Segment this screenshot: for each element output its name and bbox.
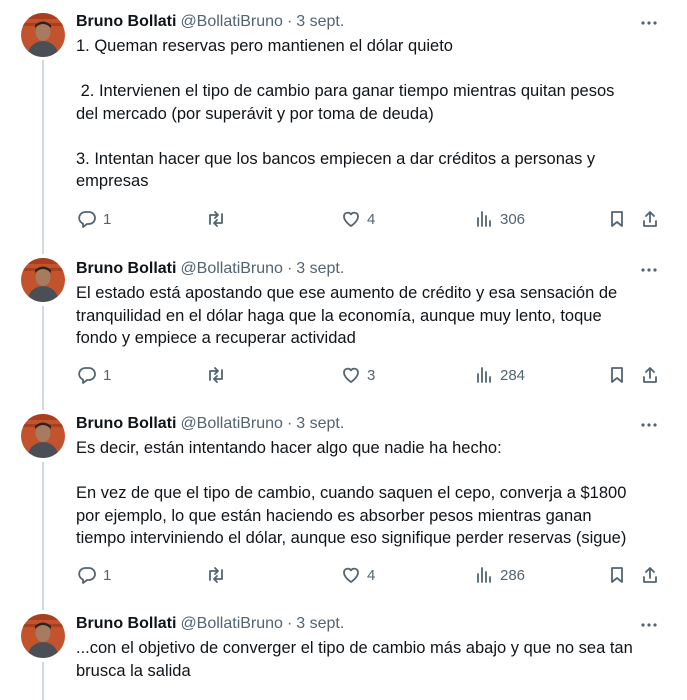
tweet-date[interactable]: 3 sept.	[296, 260, 344, 278]
more-horizontal-icon[interactable]	[639, 415, 659, 435]
dot-separator: ·	[287, 615, 292, 633]
author-name[interactable]: Bruno Bollati	[76, 415, 176, 433]
bookmark-icon	[607, 565, 627, 585]
author-handle[interactable]: @BollatiBruno	[180, 13, 283, 31]
retweet-icon	[206, 209, 226, 229]
dot-separator: ·	[287, 13, 292, 31]
thread-line	[42, 662, 44, 700]
views-icon	[474, 209, 494, 229]
share-icon	[640, 365, 660, 385]
avatar[interactable]	[21, 614, 65, 658]
retweet-icon	[206, 365, 226, 385]
like-button[interactable]: 3	[341, 365, 375, 385]
reply-icon	[77, 565, 97, 585]
share-button[interactable]	[640, 365, 660, 385]
bookmark-icon	[607, 365, 627, 385]
dot-separator: ·	[287, 415, 292, 433]
views-icon	[474, 565, 494, 585]
tweet-text: 1. Queman reservas pero mantienen el dól…	[76, 35, 666, 193]
share-button[interactable]	[640, 565, 660, 585]
views-button[interactable]: 286	[474, 565, 525, 585]
share-icon	[640, 209, 660, 229]
retweet-icon	[206, 565, 226, 585]
views-button[interactable]: 284	[474, 365, 525, 385]
more-horizontal-icon[interactable]	[639, 260, 659, 280]
like-button[interactable]: 4	[341, 565, 375, 585]
reply-button[interactable]: 1	[77, 565, 111, 585]
heart-icon	[341, 209, 361, 229]
tweet-header: Bruno Bollati @BollatiBruno · 3 sept.	[76, 613, 344, 635]
reply-icon	[77, 209, 97, 229]
retweet-button[interactable]	[206, 209, 232, 229]
author-name[interactable]: Bruno Bollati	[76, 615, 176, 633]
bookmark-button[interactable]	[607, 209, 627, 229]
tweet-actions: 1 4 306	[0, 209, 687, 231]
reply-icon	[77, 365, 97, 385]
retweet-button[interactable]	[206, 565, 232, 585]
author-handle[interactable]: @BollatiBruno	[180, 260, 283, 278]
tweet-date[interactable]: 3 sept.	[296, 415, 344, 433]
like-count: 3	[367, 367, 375, 384]
tweet-header: Bruno Bollati @BollatiBruno · 3 sept.	[76, 258, 344, 280]
reply-count: 1	[103, 567, 111, 584]
reply-button[interactable]: 1	[77, 365, 111, 385]
share-icon	[640, 565, 660, 585]
more-horizontal-icon[interactable]	[639, 13, 659, 33]
like-button[interactable]: 4	[341, 209, 375, 229]
tweet-text: ...con el objetivo de converger el tipo …	[76, 637, 666, 682]
bookmark-button[interactable]	[607, 565, 627, 585]
reply-count: 1	[103, 367, 111, 384]
like-count: 4	[367, 567, 375, 584]
views-count: 284	[500, 367, 525, 384]
bookmark-button[interactable]	[607, 365, 627, 385]
tweet-actions: 1 3 284	[0, 365, 687, 387]
dot-separator: ·	[287, 260, 292, 278]
share-button[interactable]	[640, 209, 660, 229]
author-name[interactable]: Bruno Bollati	[76, 260, 176, 278]
tweet-actions: 1 4 286	[0, 565, 687, 587]
avatar[interactable]	[21, 258, 65, 302]
avatar[interactable]	[21, 414, 65, 458]
avatar[interactable]	[21, 13, 65, 57]
more-horizontal-icon[interactable]	[639, 615, 659, 635]
heart-icon	[341, 565, 361, 585]
tweet-header: Bruno Bollati @BollatiBruno · 3 sept.	[76, 11, 344, 33]
views-button[interactable]: 306	[474, 209, 525, 229]
views-icon	[474, 365, 494, 385]
author-handle[interactable]: @BollatiBruno	[180, 415, 283, 433]
thread-line	[42, 306, 44, 410]
author-name[interactable]: Bruno Bollati	[76, 13, 176, 31]
retweet-button[interactable]	[206, 365, 232, 385]
tweet-header: Bruno Bollati @BollatiBruno · 3 sept.	[76, 413, 344, 435]
bookmark-icon	[607, 209, 627, 229]
tweet-text: El estado está apostando que ese aumento…	[76, 282, 666, 350]
like-count: 4	[367, 211, 375, 228]
tweet-date[interactable]: 3 sept.	[296, 13, 344, 31]
tweet-text: Es decir, están intentando hacer algo qu…	[76, 437, 666, 550]
heart-icon	[341, 365, 361, 385]
tweet-date[interactable]: 3 sept.	[296, 615, 344, 633]
reply-button[interactable]: 1	[77, 209, 111, 229]
reply-count: 1	[103, 211, 111, 228]
thread-line	[42, 462, 44, 610]
author-handle[interactable]: @BollatiBruno	[180, 615, 283, 633]
views-count: 306	[500, 211, 525, 228]
views-count: 286	[500, 567, 525, 584]
